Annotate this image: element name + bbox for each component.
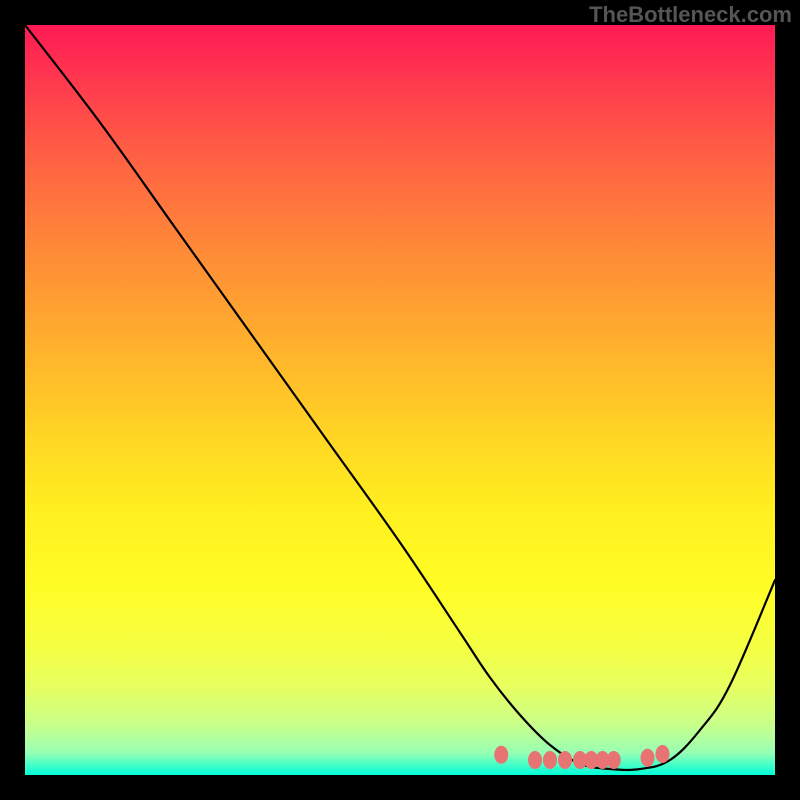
marker-dot <box>607 751 621 769</box>
watermark-text: TheBottleneck.com <box>589 2 792 28</box>
marker-dot <box>528 751 542 769</box>
marker-dot <box>656 745 670 763</box>
marker-dot <box>558 751 572 769</box>
marker-dot <box>494 746 508 764</box>
plot-area <box>25 25 775 775</box>
marker-dots <box>494 745 669 769</box>
chart-svg <box>25 25 775 775</box>
marker-dot <box>543 751 557 769</box>
data-curve <box>25 25 775 770</box>
marker-dot <box>641 749 655 767</box>
